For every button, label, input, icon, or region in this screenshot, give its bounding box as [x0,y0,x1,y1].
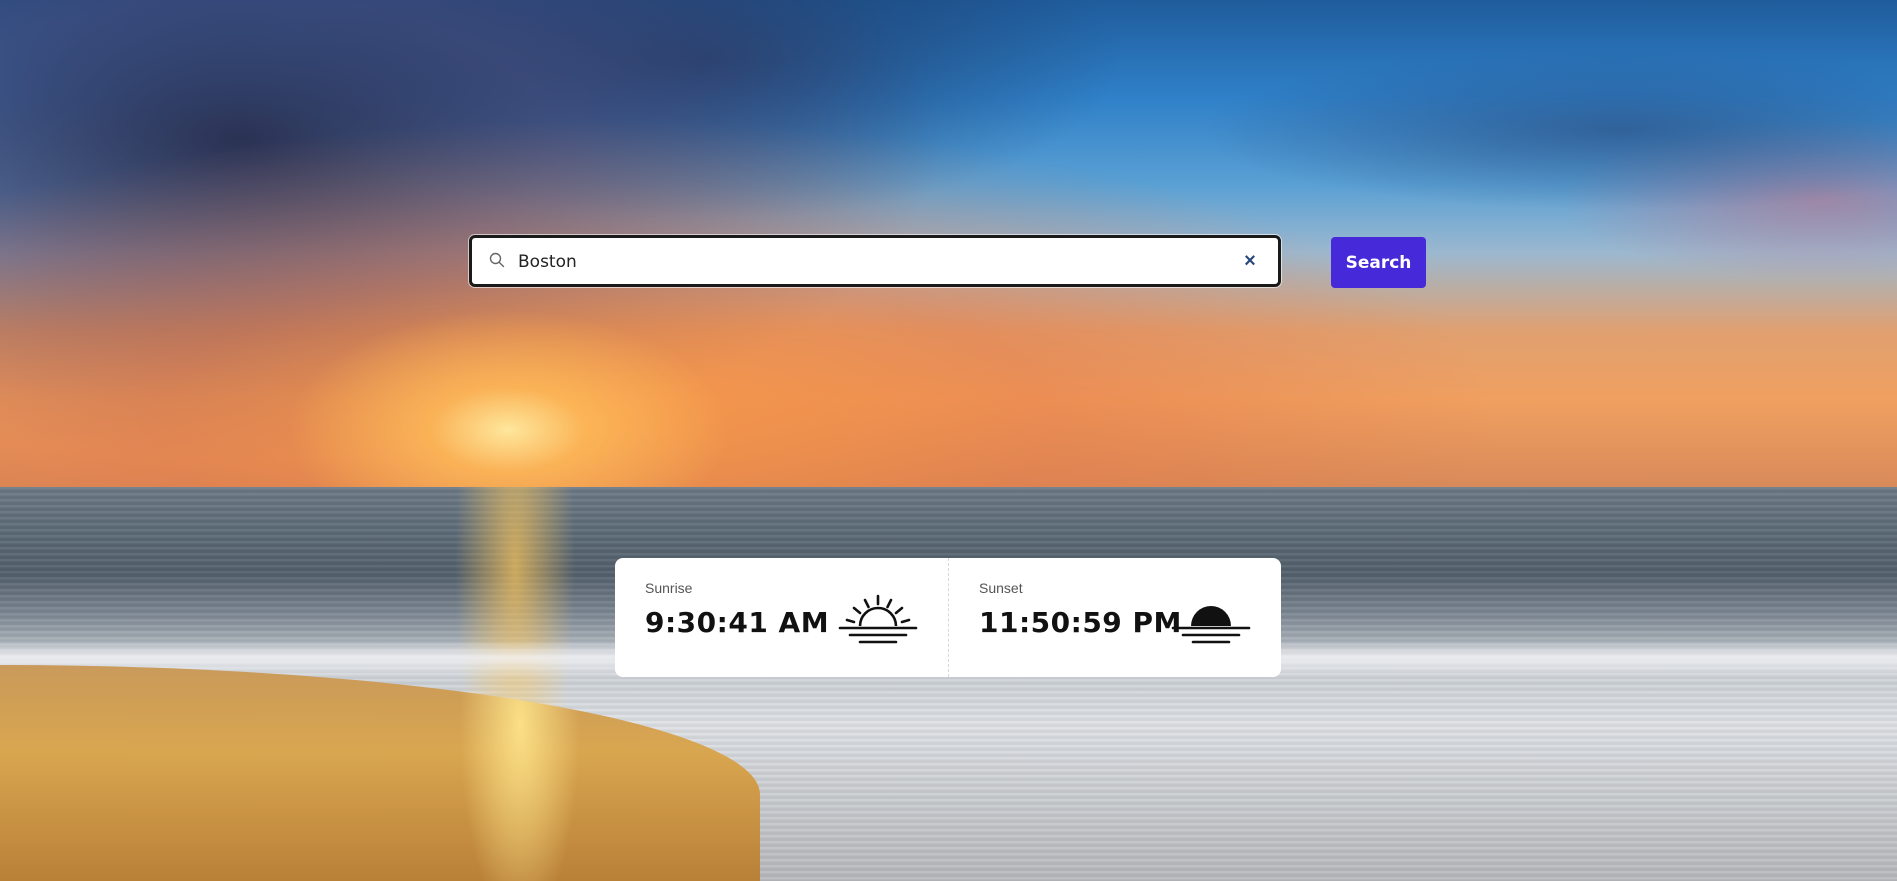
search-icon [489,252,505,268]
sunset-label: Sunset [979,580,1023,596]
search-bar[interactable]: × [469,235,1281,287]
sunrise-icon [838,594,918,644]
search-input[interactable] [516,244,1220,280]
sun-times-card: Sunrise 9:30:41 AM Sunset 11:50:59 PM [615,558,1281,677]
sunset-time: 11:50:59 PM [979,606,1182,639]
sunset-panel: Sunset 11:50:59 PM [948,558,1281,677]
sunrise-label: Sunrise [645,580,693,596]
background-image: × Search Sunrise 9:30:41 AM [0,0,1897,881]
sunset-icon [1171,606,1251,644]
sunrise-time: 9:30:41 AM [645,606,830,639]
search-button[interactable]: Search [1331,237,1426,288]
clear-icon[interactable]: × [1240,250,1260,272]
sunrise-panel: Sunrise 9:30:41 AM [615,558,948,677]
